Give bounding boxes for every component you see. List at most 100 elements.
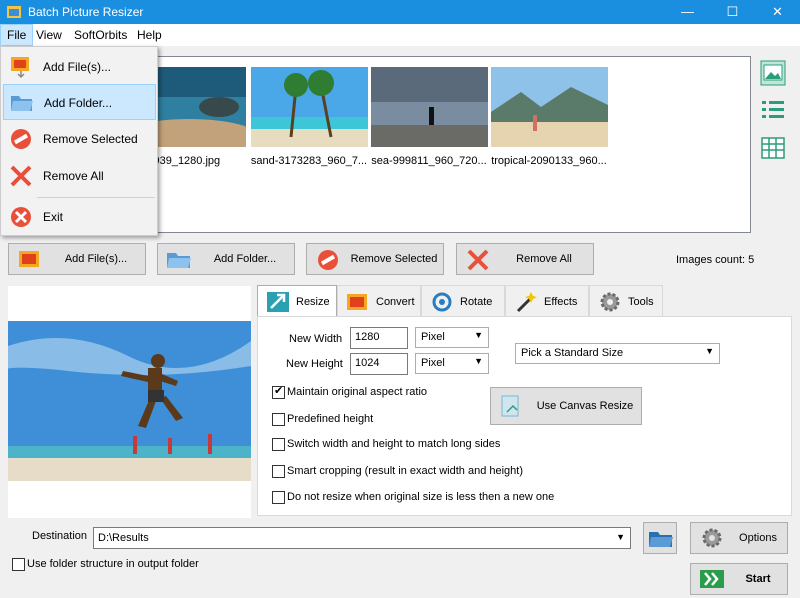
magic-wand-icon bbox=[516, 292, 537, 313]
thumbnail-image[interactable] bbox=[371, 67, 488, 147]
window-title: Batch Picture Resizer bbox=[28, 5, 144, 19]
thumbnail-label: sea-999811_960_720... bbox=[371, 155, 487, 167]
menu-bar: File View SoftOrbits Help bbox=[0, 24, 800, 46]
destination-input[interactable]: D:\Results ▼ bbox=[93, 527, 631, 549]
maintain-aspect-checkbox[interactable] bbox=[272, 384, 285, 399]
options-button[interactable]: Options bbox=[690, 522, 788, 554]
tab-effects[interactable]: Effects bbox=[505, 285, 589, 317]
tab-resize[interactable]: Resize bbox=[257, 285, 337, 318]
new-height-label: New Height bbox=[286, 358, 343, 370]
add-files-label: Add File(s)... bbox=[64, 253, 128, 265]
maximize-button[interactable]: ☐ bbox=[710, 0, 755, 24]
tab-label: Convert bbox=[376, 296, 415, 308]
thumbnail-image[interactable] bbox=[251, 67, 368, 147]
menu-add-folder[interactable]: Add Folder... bbox=[3, 84, 156, 120]
standard-size-select[interactable]: Pick a Standard Size ▼ bbox=[515, 343, 720, 364]
add-folder-button[interactable]: Add Folder... bbox=[157, 243, 295, 275]
menu-add-files[interactable]: Add File(s)... bbox=[3, 49, 156, 85]
remove-circle-icon bbox=[318, 250, 338, 270]
list-view-icon[interactable] bbox=[760, 97, 786, 123]
images-count: Images count: 5 bbox=[676, 254, 755, 266]
width-unit-select[interactable]: Pixel ▼ bbox=[415, 327, 489, 348]
thumbnail-label: sand-3173283_960_7... bbox=[250, 155, 368, 167]
new-width-input[interactable]: 1280 bbox=[350, 327, 408, 349]
folder-icon bbox=[11, 96, 33, 111]
new-height-input[interactable]: 1024 bbox=[350, 353, 408, 375]
smart-cropping-checkbox[interactable] bbox=[272, 465, 285, 478]
thumbnails-view-icon[interactable] bbox=[760, 60, 786, 86]
menu-separator bbox=[37, 197, 155, 198]
no-upscale-checkbox[interactable] bbox=[272, 491, 285, 504]
chevron-down-icon: ▼ bbox=[474, 356, 483, 366]
menu-add-folder-label: Add Folder... bbox=[44, 96, 113, 110]
menu-remove-selected[interactable]: Remove Selected bbox=[3, 121, 156, 157]
menu-file[interactable]: File bbox=[0, 24, 34, 46]
gear-icon bbox=[702, 528, 722, 548]
chevron-down-icon: ▼ bbox=[705, 346, 714, 356]
switch-sides-checkbox[interactable] bbox=[272, 438, 285, 451]
menu-exit[interactable]: Exit bbox=[3, 199, 156, 235]
start-arrow-icon bbox=[700, 570, 724, 588]
add-files-button[interactable]: Add File(s)... bbox=[8, 243, 146, 275]
tab-strip: Resize Convert Rotate Effects Tools bbox=[257, 285, 663, 318]
menu-help[interactable]: Help bbox=[131, 24, 168, 46]
add-folder-label: Add Folder... bbox=[213, 253, 277, 265]
predefined-height-label: Predefined height bbox=[287, 413, 374, 425]
rotate-icon bbox=[432, 292, 452, 312]
remove-selected-button[interactable]: Remove Selected bbox=[306, 243, 444, 275]
no-upscale-label: Do not resize when original size is less… bbox=[287, 491, 555, 503]
title-bar: Batch Picture Resizer — ☐ ✕ bbox=[0, 0, 800, 24]
remove-all-button[interactable]: Remove All bbox=[456, 243, 594, 275]
menu-softorbits[interactable]: SoftOrbits bbox=[68, 24, 133, 46]
menu-view[interactable]: View bbox=[30, 24, 68, 46]
chevron-down-icon: ▼ bbox=[474, 330, 483, 340]
tab-label: Rotate bbox=[460, 296, 493, 308]
folder-icon bbox=[649, 532, 673, 547]
thumbnail-label: tropical-2090133_960... bbox=[491, 155, 607, 167]
menu-remove-all-label: Remove All bbox=[43, 169, 104, 183]
tab-label: Tools bbox=[628, 296, 654, 308]
folder-icon bbox=[167, 253, 191, 268]
folder-structure-label: Use folder structure in output folder bbox=[27, 558, 199, 570]
preview-image bbox=[8, 286, 251, 518]
canvas-icon bbox=[501, 395, 519, 417]
width-unit-value: Pixel bbox=[421, 331, 445, 343]
height-unit-select[interactable]: Pixel ▼ bbox=[415, 353, 489, 374]
close-button[interactable]: ✕ bbox=[755, 0, 800, 24]
canvas-resize-label: Use Canvas Resize bbox=[536, 400, 634, 412]
tab-rotate[interactable]: Rotate bbox=[421, 285, 505, 317]
tab-convert[interactable]: Convert bbox=[337, 285, 421, 317]
tab-label: Effects bbox=[544, 296, 578, 308]
image-add-icon bbox=[19, 251, 39, 267]
tab-label: Resize bbox=[296, 296, 330, 308]
remove-all-label: Remove All bbox=[516, 253, 572, 265]
resize-arrow-icon bbox=[267, 292, 289, 312]
menu-remove-selected-label: Remove Selected bbox=[43, 132, 138, 146]
destination-value: D:\Results bbox=[98, 532, 149, 544]
image-add-icon bbox=[11, 57, 29, 79]
thumbnail-image[interactable] bbox=[491, 67, 608, 147]
convert-image-icon bbox=[347, 294, 367, 310]
start-label: Start bbox=[745, 573, 771, 585]
exit-icon bbox=[11, 207, 31, 227]
switch-sides-label: Switch width and height to match long si… bbox=[287, 438, 501, 450]
menu-exit-label: Exit bbox=[43, 210, 64, 224]
menu-remove-all[interactable]: Remove All bbox=[3, 158, 156, 194]
remove-selected-label: Remove Selected bbox=[350, 253, 438, 265]
gear-icon bbox=[600, 292, 620, 312]
table-view-icon[interactable] bbox=[760, 135, 786, 161]
app-icon bbox=[7, 6, 21, 18]
predefined-height-checkbox[interactable] bbox=[272, 413, 285, 426]
canvas-resize-button[interactable]: Use Canvas Resize bbox=[490, 387, 642, 425]
smart-cropping-label: Smart cropping (result in exact width an… bbox=[287, 465, 524, 477]
standard-size-value: Pick a Standard Size bbox=[521, 347, 624, 359]
red-x-icon bbox=[10, 165, 32, 187]
destination-label: Destination bbox=[32, 530, 88, 542]
minimize-button[interactable]: — bbox=[665, 0, 710, 24]
file-dropdown-menu: Add File(s)... Add Folder... Remove Sele… bbox=[0, 46, 158, 236]
resize-panel: New Width 1280 Pixel ▼ New Height 1024 Pi… bbox=[257, 316, 792, 516]
tab-tools[interactable]: Tools bbox=[589, 285, 663, 317]
browse-folder-button[interactable] bbox=[643, 522, 677, 554]
folder-structure-checkbox[interactable] bbox=[12, 558, 25, 571]
start-button[interactable]: Start bbox=[690, 563, 788, 595]
